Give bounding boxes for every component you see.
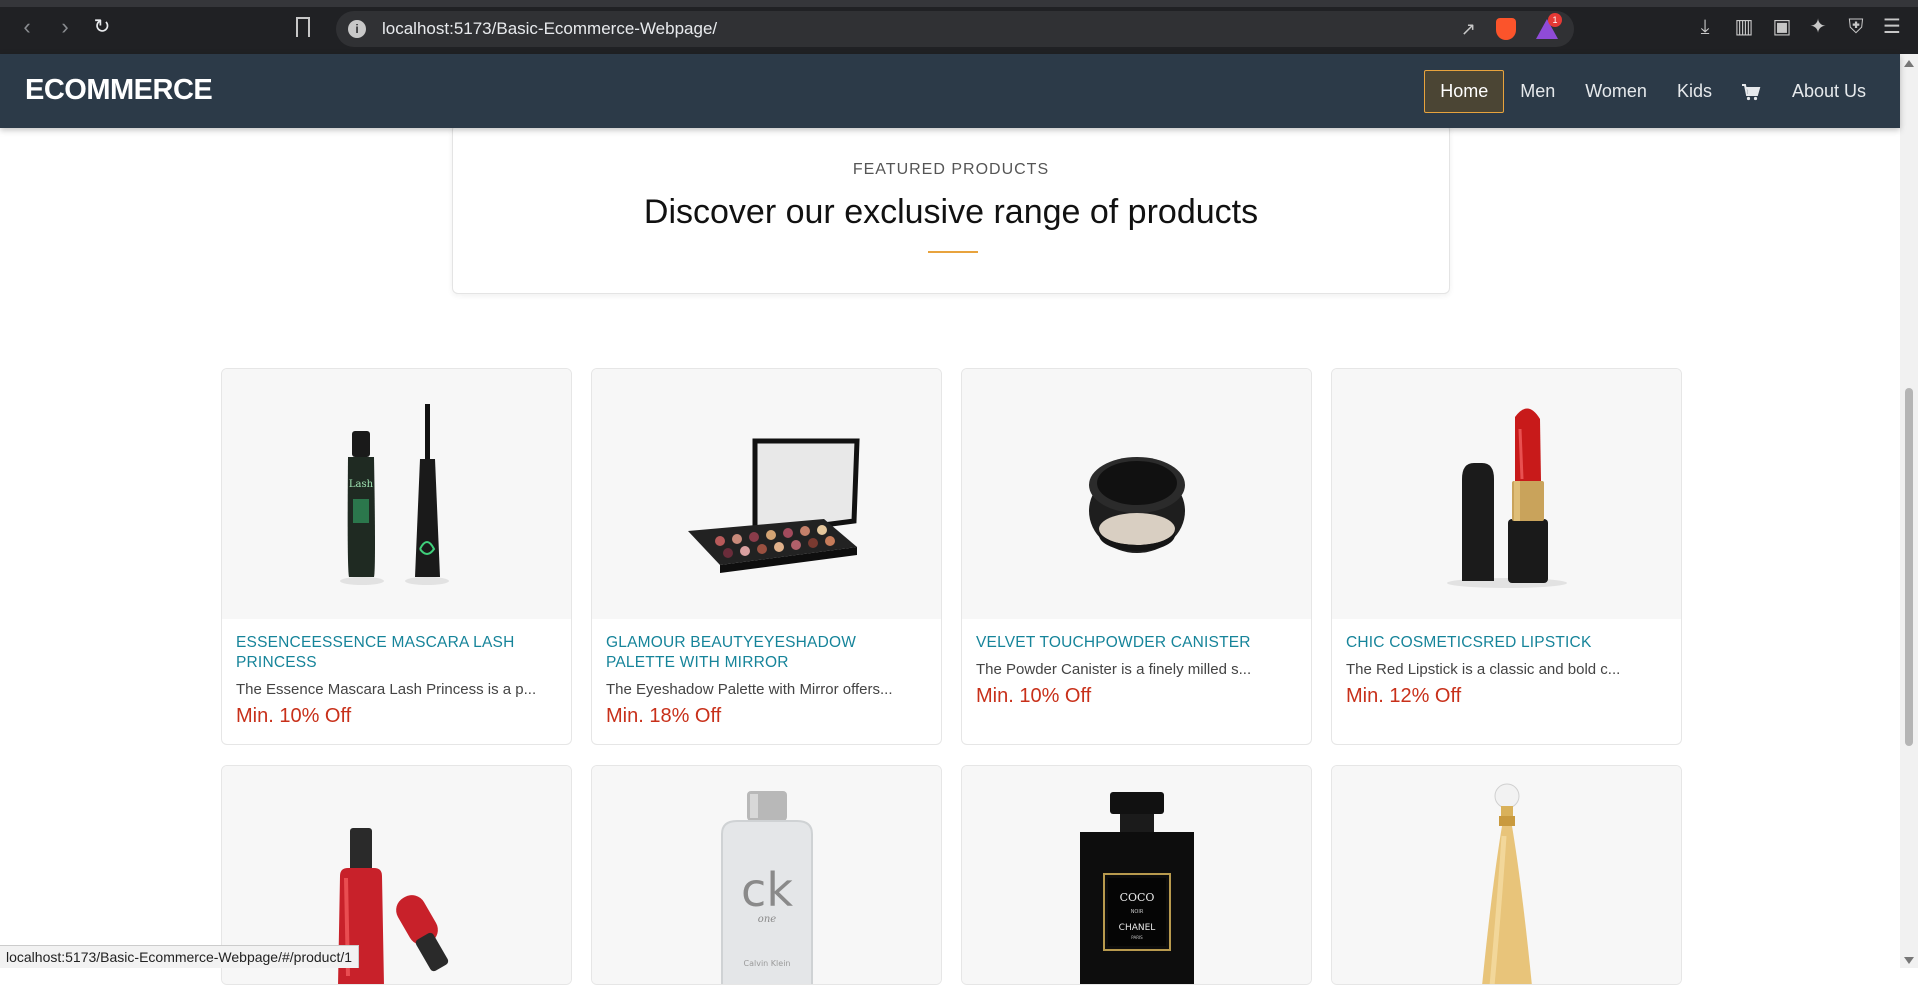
address-url[interactable]: localhost:5173/Basic-Ecommerce-Webpage/ (382, 19, 717, 39)
product-image[interactable] (1332, 766, 1681, 984)
page-content: FEATURED PRODUCTS Discover our exclusive… (0, 124, 1900, 985)
site-header: ECOMMERCE Home Men Women Kids About Us (0, 54, 1900, 128)
featured-heading: Discover our exclusive range of products (643, 193, 1259, 231)
product-image[interactable]: Lash (222, 369, 571, 619)
featured-section: FEATURED PRODUCTS Discover our exclusive… (452, 124, 1450, 294)
dior-perfume-icon (1482, 783, 1532, 984)
cart-icon[interactable] (1740, 81, 1762, 103)
scroll-down-icon[interactable] (1904, 957, 1914, 964)
svg-text:Lash: Lash (349, 479, 374, 490)
menu-icon[interactable]: ☰ (1880, 15, 1904, 39)
wallet-icon[interactable]: ▣ (1770, 15, 1794, 39)
product-offer: Min. 12% Off (1346, 685, 1462, 707)
product-title[interactable]: CHIC COSMETICSRED LIPSTICK (1346, 633, 1669, 653)
leo-ai-icon[interactable]: ✦ (1806, 15, 1830, 39)
browser-toolbar: ‹ › ↻ i localhost:5173/Basic-Ecommerce-W… (0, 0, 1918, 54)
main-nav: Home Men Women Kids About Us (1422, 70, 1880, 113)
product-card[interactable]: ck one Calvin Klein (591, 765, 942, 985)
link-status-bar: localhost:5173/Basic-Ecommerce-Webpage/#… (0, 945, 360, 968)
product-offer: Min. 10% Off (236, 705, 352, 727)
product-description: The Essence Mascara Lash Princess is a p… (236, 681, 537, 698)
page-scrollbar[interactable] (1900, 54, 1918, 968)
tab-strip (0, 0, 1918, 7)
ck-label: ck (741, 863, 793, 917)
ck-brand: Calvin Klein (744, 959, 791, 968)
scrollbar-thumb[interactable] (1905, 388, 1913, 746)
product-image[interactable]: ck one Calvin Klein (592, 766, 941, 984)
coco-noir-perfume-icon: COCO NOIR CHANEL PARIS (1080, 792, 1194, 984)
site-logo[interactable]: ECOMMERCE (25, 74, 213, 107)
product-card[interactable]: GLAMOUR BEAUTYEYESHADOW PALETTE WITH MIR… (591, 368, 942, 745)
product-image[interactable] (962, 369, 1311, 619)
product-offer: Min. 10% Off (976, 685, 1092, 707)
paris-label: PARIS (1131, 935, 1143, 940)
mascara-icon: Lash (340, 404, 449, 585)
eyeshadow-palette-icon (688, 438, 860, 573)
bookmark-icon[interactable] (296, 17, 310, 37)
product-offer: Min. 18% Off (606, 705, 722, 727)
product-card[interactable]: Lash ESSENCEESSENCE MASCARA LASH PRINCES… (221, 368, 572, 745)
product-card[interactable]: CHIC COSMETICSRED LIPSTICK The Red Lipst… (1331, 368, 1682, 745)
ck-sub: one (758, 914, 776, 925)
nav-kids[interactable]: Kids (1663, 71, 1726, 112)
nav-about-us[interactable]: About Us (1778, 71, 1880, 112)
scroll-up-icon[interactable] (1904, 60, 1914, 67)
featured-eyebrow: FEATURED PRODUCTS (852, 161, 1050, 178)
sidebar-icon[interactable]: ▥ (1732, 15, 1756, 39)
address-bar[interactable]: i localhost:5173/Basic-Ecommerce-Webpage… (336, 11, 1574, 47)
product-description: The Powder Canister is a finely milled s… (976, 661, 1252, 678)
powder-canister-icon (1089, 457, 1185, 553)
product-card[interactable]: VELVET TOUCHPOWDER CANISTER The Powder C… (961, 368, 1312, 745)
nav-home[interactable]: Home (1424, 70, 1505, 113)
product-description: The Red Lipstick is a classic and bold c… (1346, 661, 1621, 678)
product-card[interactable] (1331, 765, 1682, 985)
chanel-label: CHANEL (1119, 923, 1156, 933)
product-image[interactable] (592, 369, 941, 619)
product-title[interactable]: GLAMOUR BEAUTYEYESHADOW PALETTE WITH MIR… (606, 633, 929, 673)
download-icon[interactable]: ⤓ (1693, 15, 1717, 39)
nav-women[interactable]: Women (1571, 71, 1661, 112)
share-icon[interactable]: ↗ (1461, 19, 1476, 40)
brave-shields-icon[interactable] (1496, 18, 1516, 40)
nav-men[interactable]: Men (1506, 71, 1569, 112)
back-icon[interactable]: ‹ (14, 14, 40, 40)
product-card[interactable]: COCO NOIR CHANEL PARIS (961, 765, 1312, 985)
heading-underline (928, 251, 978, 253)
product-description: The Eyeshadow Palette with Mirror offers… (606, 681, 893, 698)
site-info-icon[interactable]: i (348, 20, 366, 38)
noir-label: NOIR (1131, 909, 1144, 915)
reload-icon[interactable]: ↻ (89, 14, 115, 40)
product-title[interactable]: VELVET TOUCHPOWDER CANISTER (976, 633, 1299, 653)
lipstick-icon (1447, 408, 1567, 588)
vpn-icon[interactable]: ⛨ (1844, 15, 1868, 39)
product-image[interactable]: COCO NOIR CHANEL PARIS (962, 766, 1311, 984)
ck-one-perfume-icon: ck one Calvin Klein (721, 791, 813, 984)
product-title[interactable]: ESSENCEESSENCE MASCARA LASH PRINCESS (236, 633, 559, 673)
forward-icon[interactable]: › (52, 14, 78, 40)
coco-label: COCO (1120, 891, 1155, 904)
product-image[interactable] (1332, 369, 1681, 619)
rewards-badge: 1 (1548, 13, 1562, 27)
